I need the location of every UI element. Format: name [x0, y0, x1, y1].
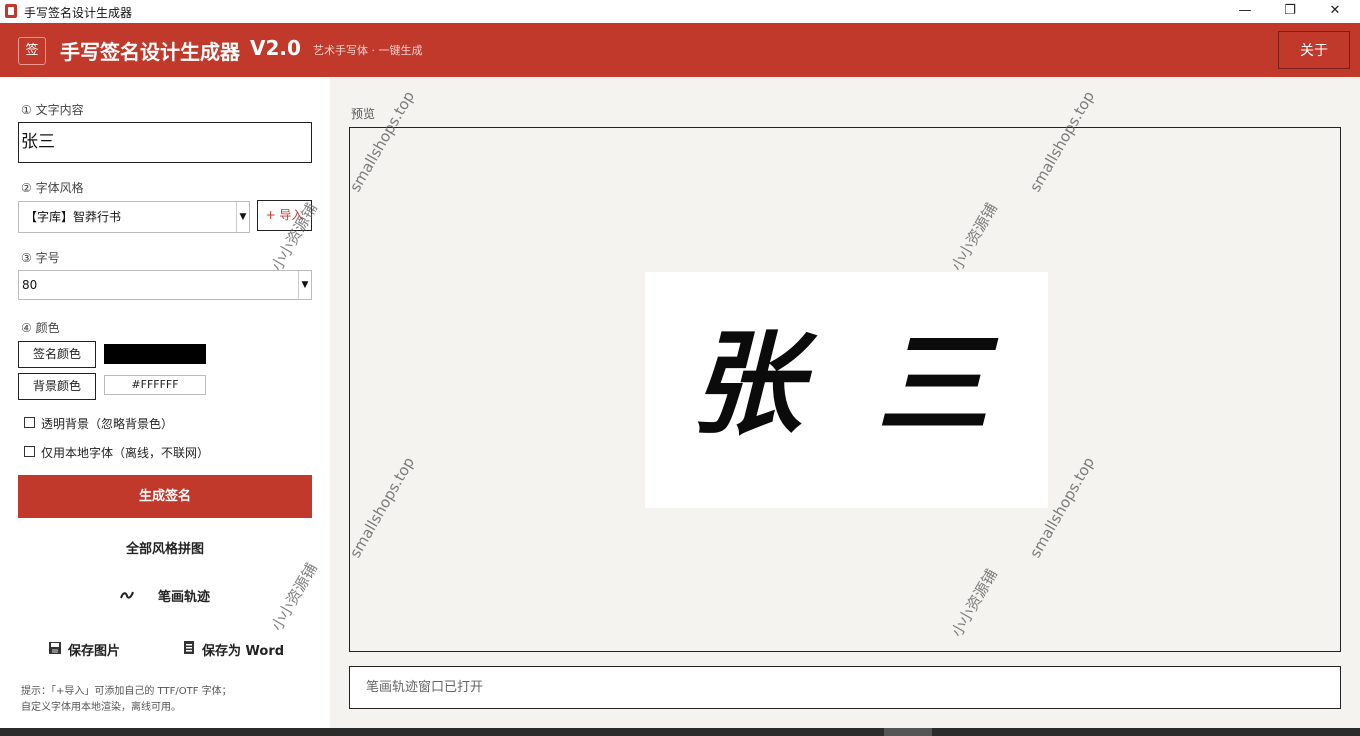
- about-button[interactable]: 关于: [1278, 31, 1350, 69]
- logo-icon: 签: [18, 37, 46, 65]
- stroke-trace-label: 笔画轨迹: [158, 590, 211, 605]
- status-bar: 笔画轨迹窗口已打开: [349, 666, 1341, 709]
- app-subtitle: 艺术手写体 · 一键生成: [313, 44, 423, 57]
- text-content-input[interactable]: 张三: [18, 122, 312, 163]
- chevron-down-icon: ▼: [298, 271, 311, 299]
- transparent-bg-label: 透明背景（忽略背景色）: [41, 417, 174, 431]
- generate-signature-button[interactable]: 生成签名: [18, 475, 312, 518]
- minimize-button[interactable]: —: [1222, 0, 1268, 23]
- font-style-label: ② 字体风格: [21, 181, 84, 195]
- signature-preview-text: 张 三: [690, 319, 1007, 450]
- transparent-bg-checkbox[interactable]: [24, 417, 35, 428]
- signature-color-swatch[interactable]: [104, 344, 206, 364]
- app-title: 手写签名设计生成器: [60, 40, 240, 64]
- app-header: 签 手写签名设计生成器 V2.0 艺术手写体 · 一键生成 关于: [0, 23, 1360, 77]
- font-style-value: 【字库】智莽行书: [25, 210, 122, 224]
- close-button[interactable]: ✕: [1312, 0, 1358, 23]
- hint-line-1: 提示：「+导入」可添加自己的 TTF/OTF 字体；: [21, 686, 232, 697]
- document-icon: [184, 641, 194, 654]
- font-size-select[interactable]: 80 ▼: [18, 270, 312, 300]
- font-style-select[interactable]: 【字库】智莽行书 ▼: [18, 201, 250, 233]
- font-size-label: ③ 字号: [21, 251, 60, 265]
- save-image-label: 保存图片: [68, 644, 121, 659]
- local-font-checkbox[interactable]: [24, 446, 35, 457]
- background-color-value[interactable]: #FFFFFF: [104, 375, 206, 395]
- window-title: 手写签名设计生成器: [24, 6, 133, 20]
- app-version: V2.0: [250, 36, 301, 60]
- all-styles-button[interactable]: 全部风格拼图: [126, 538, 204, 557]
- font-size-value: 80: [22, 278, 38, 292]
- os-taskbar: [0, 728, 1360, 736]
- save-image-button[interactable]: 保存图片: [46, 638, 156, 660]
- local-font-label: 仅用本地字体（离线，不联网）: [41, 446, 210, 460]
- preview-label: 预览: [351, 107, 376, 121]
- save-icon: [49, 642, 61, 654]
- window-title-bar: 手写签名设计生成器 — ❐ ✕: [0, 0, 1360, 23]
- brush-icon: [120, 591, 134, 599]
- hint-line-2: 自定义字体用本地渲染，离线可用。: [21, 702, 181, 713]
- stroke-trace-button[interactable]: 笔画轨迹: [118, 585, 228, 605]
- signature-color-button[interactable]: 签名颜色: [18, 341, 96, 368]
- save-word-button[interactable]: 保存为 Word: [181, 638, 301, 660]
- app-icon: [5, 4, 17, 18]
- taskbar-item[interactable]: [884, 728, 932, 736]
- background-color-button[interactable]: 背景颜色: [18, 373, 96, 400]
- chevron-down-icon: ▼: [236, 202, 249, 232]
- maximize-button[interactable]: ❐: [1267, 0, 1313, 23]
- color-label: ④ 颜色: [21, 321, 60, 335]
- text-content-label: ① 文字内容: [21, 103, 84, 117]
- save-word-label: 保存为 Word: [202, 644, 285, 659]
